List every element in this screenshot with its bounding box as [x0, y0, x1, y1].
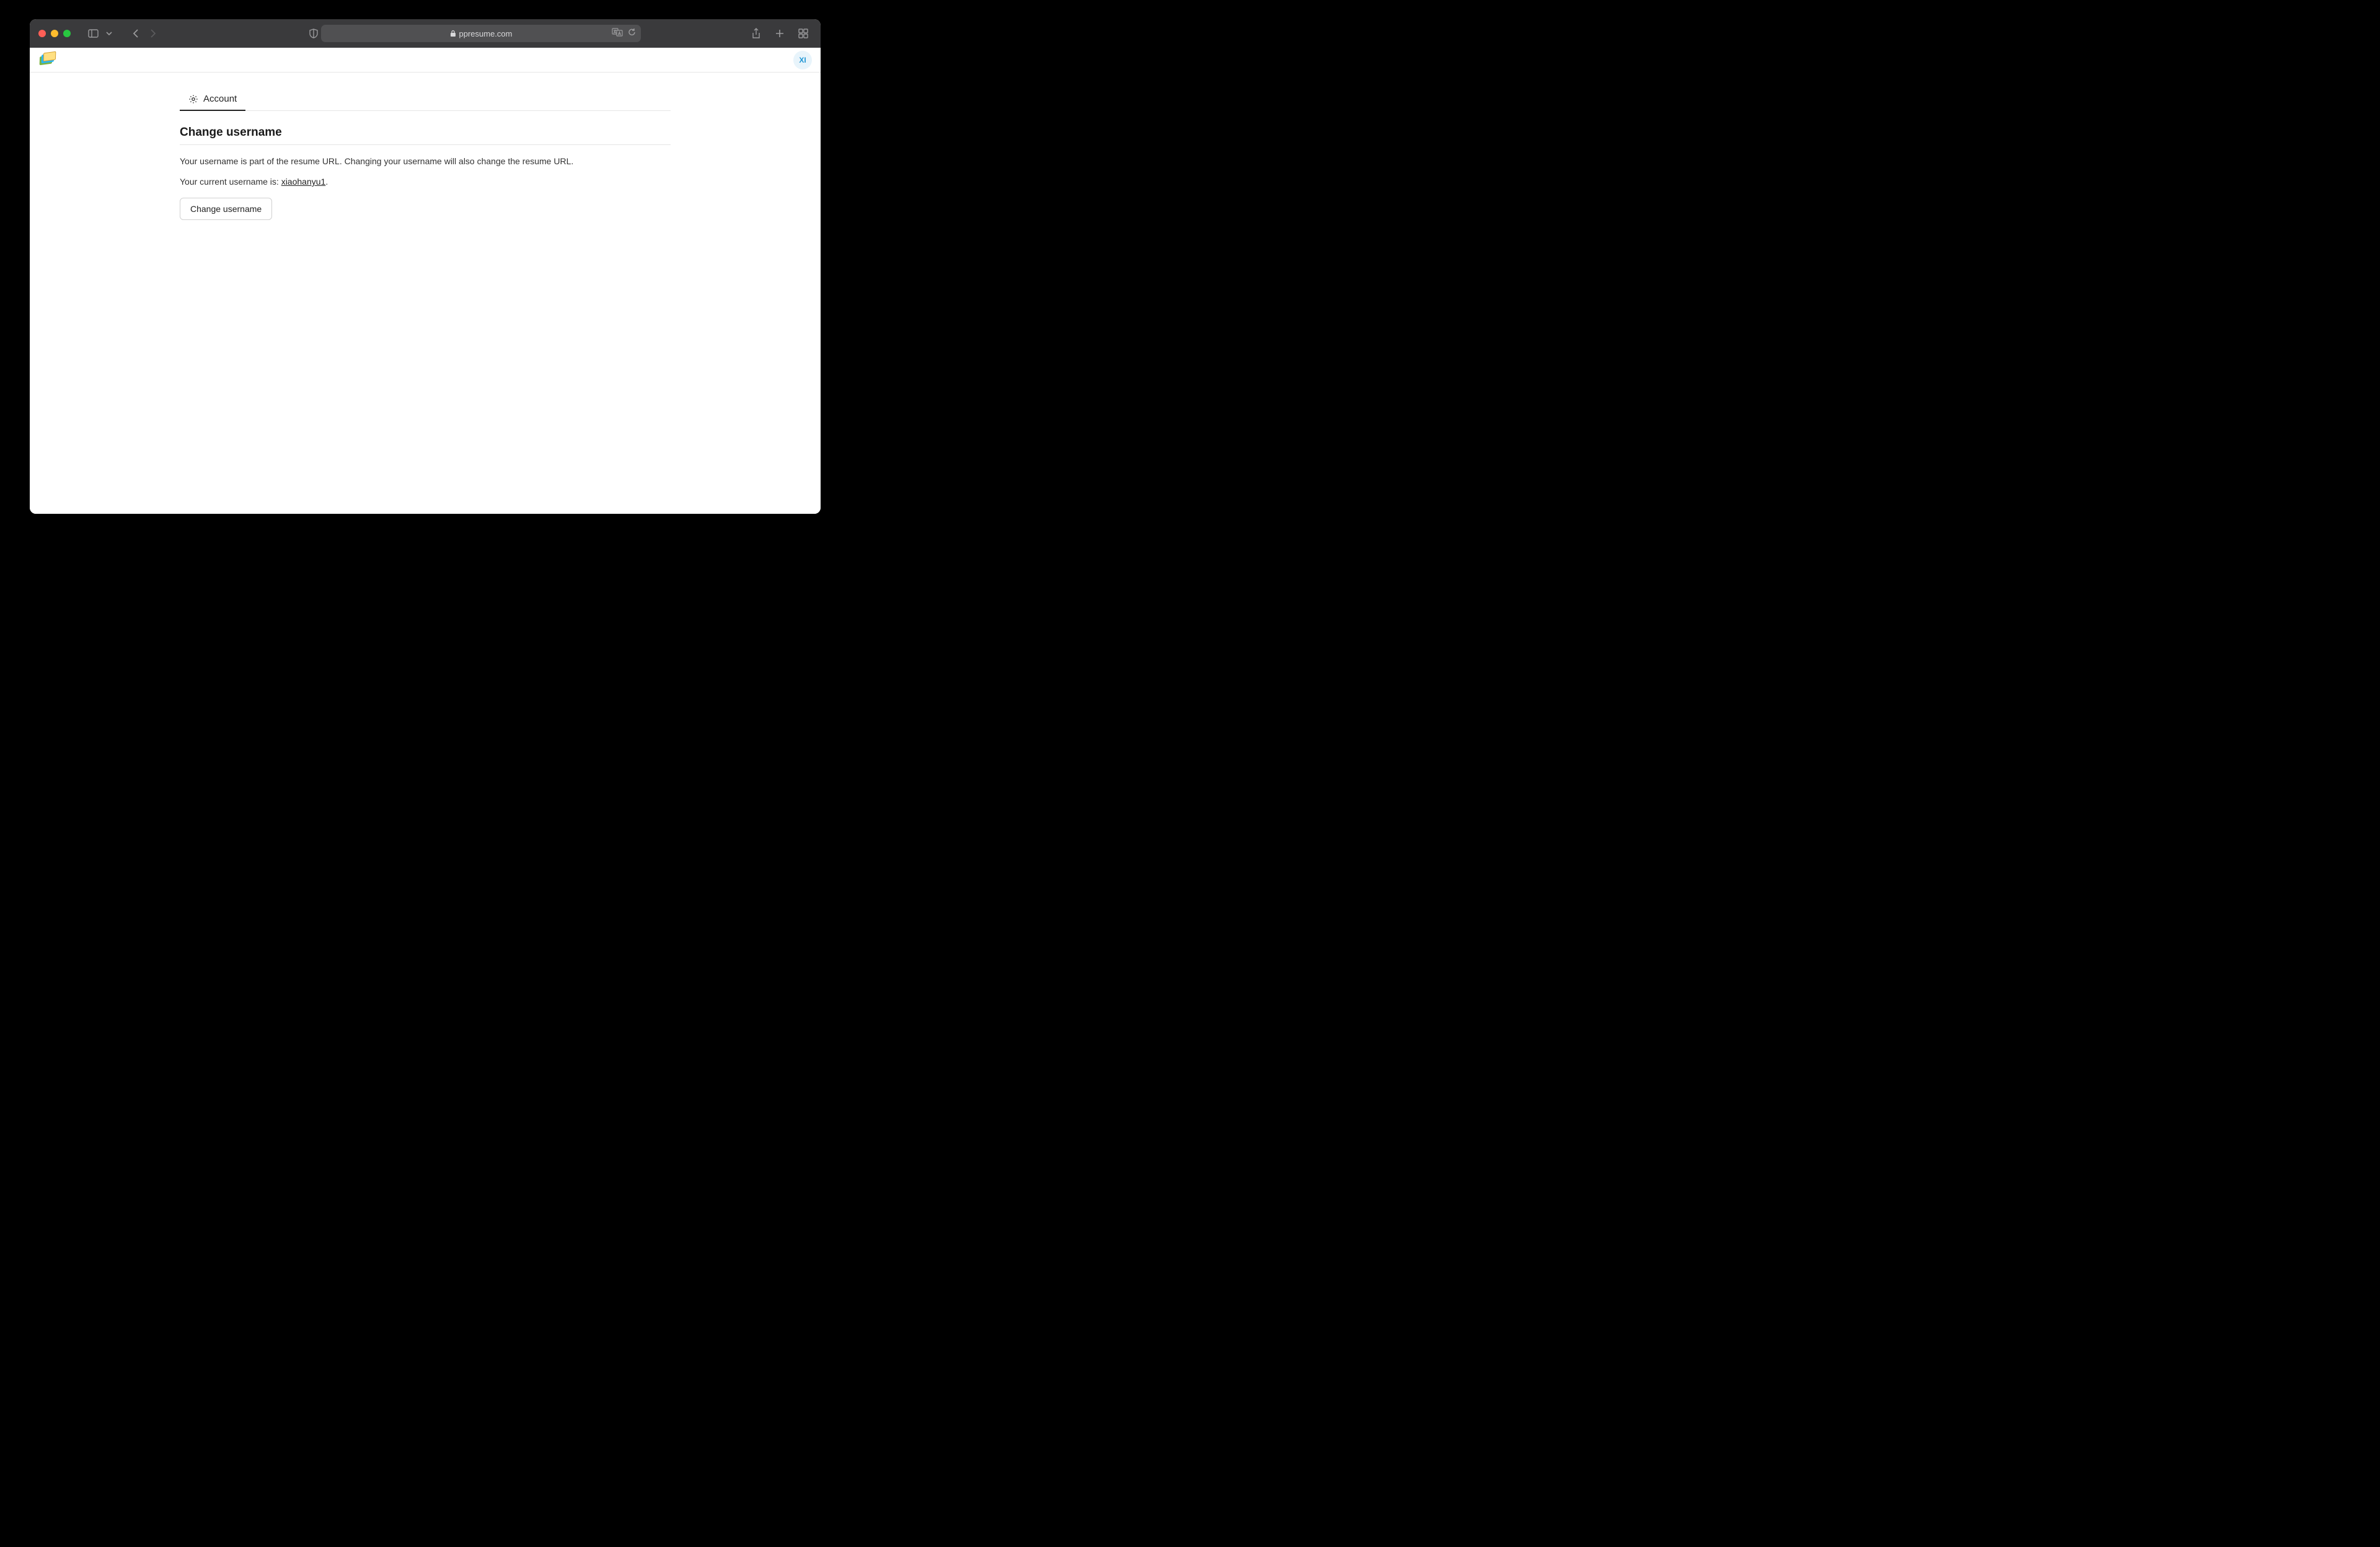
navigation-arrows — [128, 25, 161, 42]
window-controls — [38, 30, 71, 37]
address-bar-actions — [612, 28, 636, 40]
section-description: Your username is part of the resume URL.… — [180, 155, 671, 168]
change-username-button[interactable]: Change username — [180, 198, 272, 220]
tabs: Account — [180, 87, 671, 111]
tab-account[interactable]: Account — [180, 87, 245, 110]
section-title: Change username — [180, 126, 671, 145]
tab-label: Account — [203, 94, 237, 104]
app-logo[interactable] — [38, 52, 55, 68]
current-username-link[interactable]: xiaohanyu1 — [281, 177, 326, 187]
share-icon[interactable] — [747, 25, 765, 42]
back-button[interactable] — [128, 25, 144, 42]
address-content: ppresume.com — [450, 29, 513, 38]
current-username-prefix: Your current username is: — [180, 177, 281, 187]
translate-icon[interactable] — [612, 28, 623, 40]
sidebar-toggle-button[interactable] — [84, 25, 102, 42]
current-username-line: Your current username is: xiaohanyu1. — [180, 177, 671, 187]
browser-window: ppresume.com — [30, 19, 821, 514]
tab-overview-icon[interactable] — [795, 25, 812, 42]
change-username-section: Change username Your username is part of… — [180, 126, 671, 220]
gear-icon — [188, 94, 198, 104]
main-container: Account Change username Your username is… — [180, 73, 671, 220]
url-text: ppresume.com — [459, 29, 513, 38]
minimize-window-button[interactable] — [51, 30, 58, 37]
reload-icon[interactable] — [628, 28, 636, 40]
close-window-button[interactable] — [38, 30, 46, 37]
maximize-window-button[interactable] — [63, 30, 71, 37]
browser-titlebar: ppresume.com — [30, 19, 821, 48]
avatar[interactable]: XI — [793, 51, 812, 69]
sidebar-toggle-group — [84, 25, 114, 42]
avatar-initials: XI — [799, 56, 806, 64]
chevron-down-icon[interactable] — [104, 25, 114, 42]
app-header: XI — [30, 48, 821, 73]
page-content: XI Account Change username Your username… — [30, 48, 821, 514]
privacy-shield-icon[interactable] — [305, 25, 322, 42]
address-bar[interactable]: ppresume.com — [321, 25, 641, 42]
forward-button[interactable] — [145, 25, 161, 42]
toolbar-right — [747, 25, 812, 42]
new-tab-icon[interactable] — [771, 25, 788, 42]
current-username-suffix: . — [325, 177, 328, 187]
lock-icon — [450, 30, 456, 37]
